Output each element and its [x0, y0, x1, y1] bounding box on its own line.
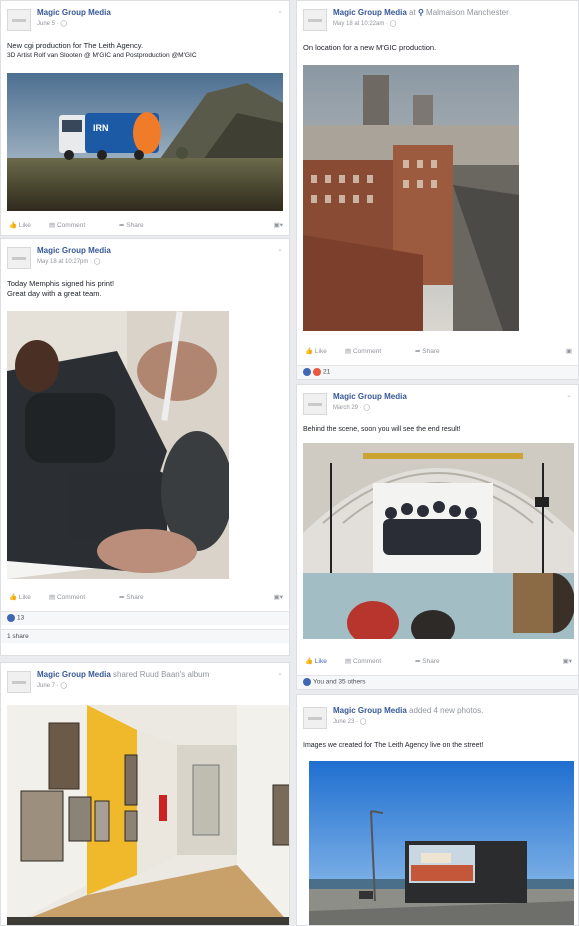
- like-button[interactable]: 👍 Like: [9, 221, 31, 229]
- comment-button[interactable]: ▤ Comment: [49, 221, 85, 229]
- post-actions: 👍 Like ▤ Comment ➦ Share ▣▾: [1, 219, 289, 233]
- post-photo-studio[interactable]: [303, 443, 574, 639]
- chevron-down-icon[interactable]: ⌄: [566, 391, 572, 399]
- post-as-selector[interactable]: ▣▾: [274, 593, 283, 601]
- post-actions: 👍 Like ▤ Comment ➦ Share ▣: [297, 345, 578, 359]
- post-header: Magic Group Media June 5 · ◯ ⌄: [7, 7, 283, 33]
- post-as-selector[interactable]: ▣▾: [274, 221, 283, 229]
- post-text-line: On location for a new M'GIC production.: [303, 43, 437, 52]
- like-reaction-icon: [7, 614, 15, 622]
- post-timestamp[interactable]: March 29 · ◯: [333, 404, 370, 411]
- chevron-down-icon[interactable]: ⌄: [277, 245, 283, 253]
- globe-icon: ◯: [60, 21, 68, 27]
- post-text-line: 3D Artist Rolf van Slooten @ M'GIC and P…: [7, 52, 197, 59]
- reactions-summary[interactable]: 13: [1, 611, 289, 625]
- page-avatar[interactable]: [7, 247, 31, 269]
- post-photo-gallery[interactable]: [7, 705, 290, 926]
- comment-button[interactable]: ▤ Comment: [49, 593, 85, 601]
- post-text-line: New cgi production for The Leith Agency.: [7, 41, 144, 50]
- post-header: Magic Group Media added 4 new photos. Ju…: [303, 705, 572, 731]
- post-text-line: Today Memphis signed his print!: [7, 279, 115, 288]
- author-name[interactable]: Magic Group Media at ⚲ Malmaison Manches…: [333, 8, 509, 17]
- post-timestamp[interactable]: May 18 at 10:22am · ◯: [333, 20, 396, 27]
- post-header: Magic Group Media at ⚲ Malmaison Manches…: [303, 7, 572, 33]
- share-button[interactable]: ➦ Share: [415, 657, 440, 665]
- post-photo-signing[interactable]: [7, 311, 229, 579]
- post-header: Magic Group Media shared Ruud Baan's alb…: [7, 669, 283, 695]
- post-card: Magic Group Media June 5 · ◯ ⌄ New cgi p…: [0, 0, 290, 236]
- svg-text:IRN: IRN: [93, 123, 109, 133]
- post-timestamp[interactable]: June 23 · ◯: [333, 718, 366, 725]
- globe-icon: ◯: [389, 21, 397, 27]
- post-header: Magic Group Media May 18 at 10:27pm · ◯ …: [7, 245, 283, 271]
- chevron-down-icon[interactable]: ⌄: [277, 7, 283, 15]
- author-name[interactable]: Magic Group Media: [37, 246, 111, 255]
- globe-icon: ◯: [363, 405, 371, 411]
- author-name[interactable]: Magic Group Media: [333, 392, 407, 401]
- page-avatar[interactable]: [303, 393, 327, 415]
- love-reaction-icon: [313, 368, 321, 376]
- like-reaction-icon: [303, 678, 311, 686]
- page-avatar[interactable]: [303, 9, 327, 31]
- share-button[interactable]: ➦ Share: [415, 347, 440, 355]
- chevron-down-icon[interactable]: ⌄: [277, 669, 283, 677]
- reactions-summary[interactable]: 21: [297, 365, 578, 379]
- page-avatar[interactable]: [7, 671, 31, 693]
- location-pin-icon: ⚲: [417, 8, 424, 17]
- like-button[interactable]: 👍 Like: [305, 657, 327, 665]
- share-button[interactable]: ➦ Share: [119, 593, 144, 601]
- post-timestamp[interactable]: June 5 · ◯: [37, 20, 67, 27]
- post-actions: 👍 Like ▤ Comment ➦ Share ▣▾: [297, 655, 578, 669]
- author-name[interactable]: Magic Group Media shared Ruud Baan's alb…: [37, 670, 209, 679]
- reactions-summary[interactable]: You and 35 others: [297, 675, 578, 689]
- author-name[interactable]: Magic Group Media: [37, 8, 111, 17]
- shares-count[interactable]: 1 share: [1, 629, 289, 643]
- page-avatar[interactable]: [303, 707, 327, 729]
- author-name[interactable]: Magic Group Media added 4 new photos.: [333, 706, 483, 715]
- post-photo-billboard[interactable]: [309, 761, 574, 926]
- post-as-selector[interactable]: ▣▾: [563, 657, 572, 665]
- comment-button[interactable]: ▤ Comment: [345, 347, 381, 355]
- post-card: Magic Group Media May 18 at 10:27pm · ◯ …: [0, 238, 290, 656]
- post-timestamp[interactable]: May 18 at 10:27pm · ◯: [37, 258, 100, 265]
- post-card: Magic Group Media added 4 new photos. Ju…: [296, 694, 579, 926]
- globe-icon: ◯: [93, 259, 101, 265]
- post-card: Magic Group Media March 29 · ◯ ⌄ Behind …: [296, 384, 579, 690]
- post-timestamp[interactable]: June 7 · ◯: [37, 682, 67, 689]
- post-photo-city[interactable]: [303, 65, 519, 331]
- globe-icon: ◯: [60, 683, 68, 689]
- post-text-line: Images we created for The Leith Agency l…: [303, 742, 484, 749]
- post-text-line: Great day with a great team.: [7, 289, 102, 298]
- post-photo-truck[interactable]: IRN: [7, 73, 283, 211]
- comment-button[interactable]: ▤ Comment: [345, 657, 381, 665]
- post-card: Magic Group Media shared Ruud Baan's alb…: [0, 662, 290, 926]
- globe-icon: ◯: [359, 719, 367, 725]
- post-as-selector[interactable]: ▣: [566, 347, 572, 355]
- page-avatar[interactable]: [7, 9, 31, 31]
- like-button[interactable]: 👍 Like: [305, 347, 327, 355]
- like-button[interactable]: 👍 Like: [9, 593, 31, 601]
- post-actions: 👍 Like ▤ Comment ➦ Share ▣▾: [1, 591, 289, 605]
- like-reaction-icon: [303, 368, 311, 376]
- post-text-line: Behind the scene, soon you will see the …: [303, 426, 461, 433]
- post-header: Magic Group Media March 29 · ◯ ⌄: [303, 391, 572, 417]
- share-button[interactable]: ➦ Share: [119, 221, 144, 229]
- post-card: Magic Group Media at ⚲ Malmaison Manches…: [296, 0, 579, 380]
